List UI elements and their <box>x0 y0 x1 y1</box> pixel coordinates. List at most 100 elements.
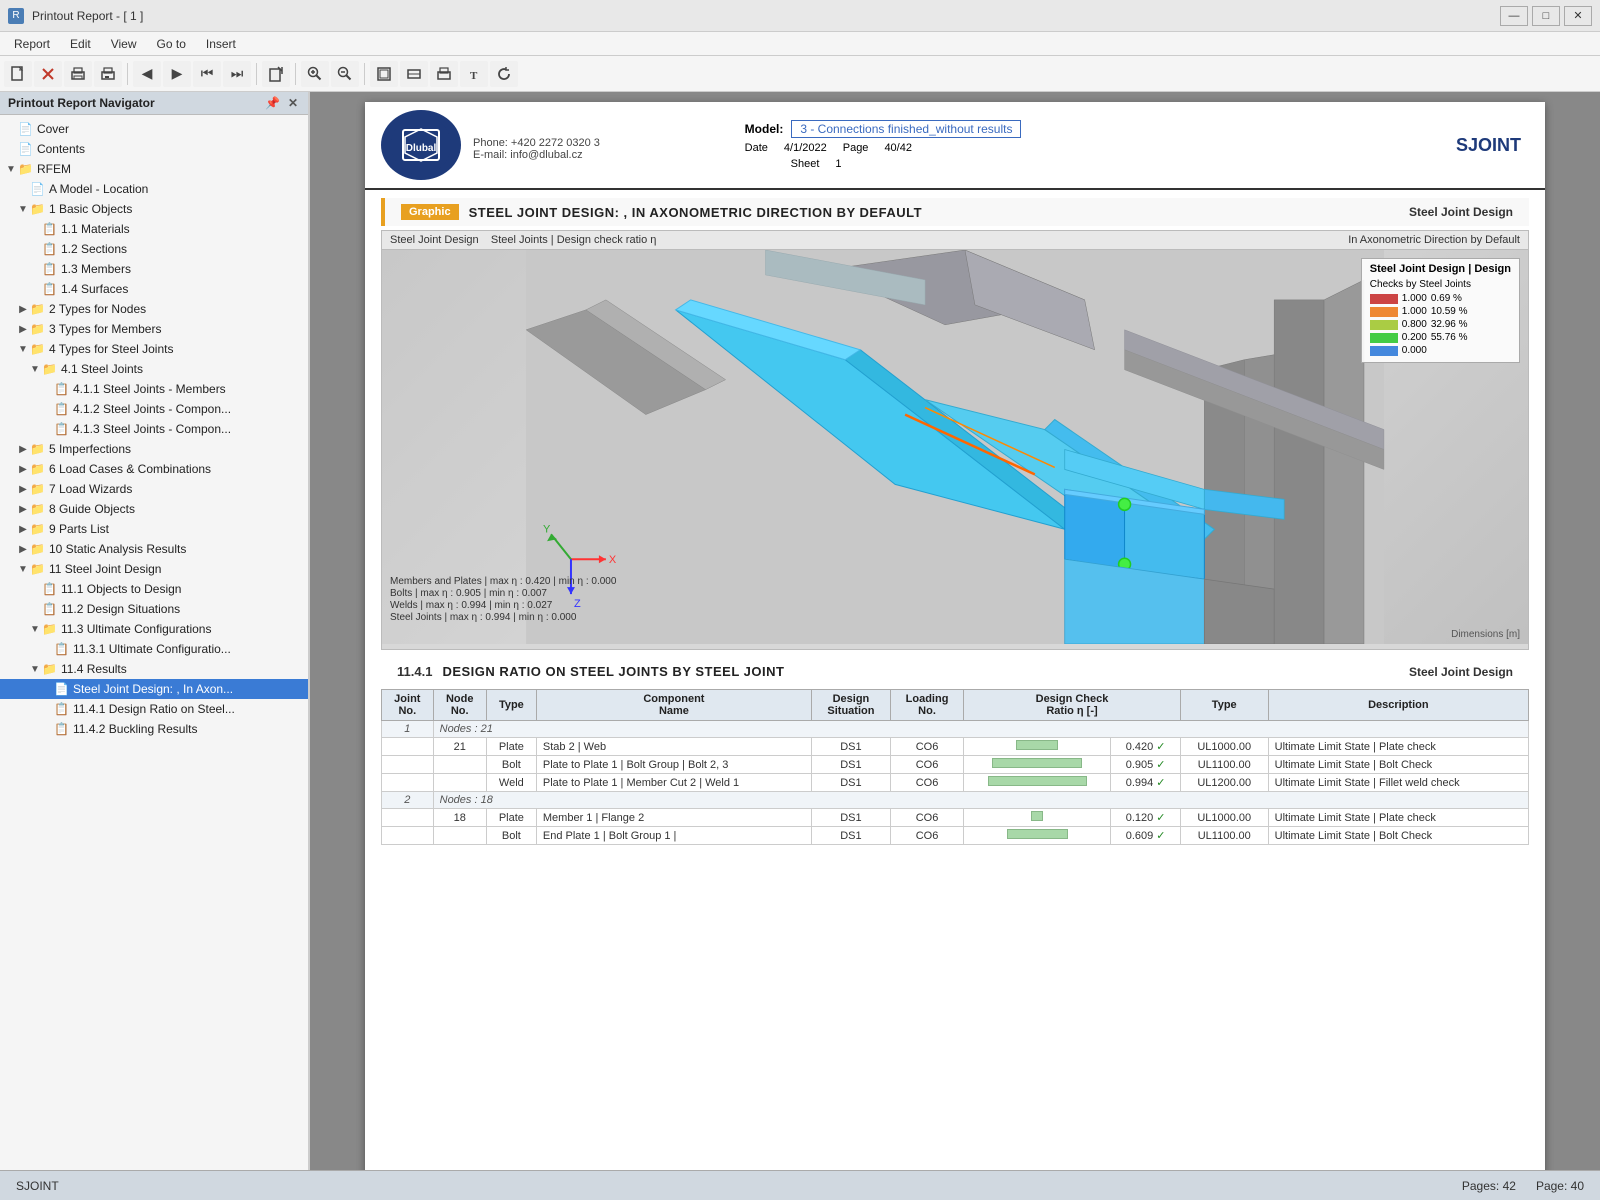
sep3 <box>295 63 296 85</box>
expand-types-steel: ▼ <box>16 344 30 355</box>
fit-page-button[interactable] <box>370 61 398 87</box>
tree-item-guide[interactable]: ▶ 📁 8 Guide Objects <box>0 499 308 519</box>
table-section-heading: 11.4.1 DESIGN RATIO ON STEEL JOINTS BY S… <box>381 658 1529 685</box>
cell-joint <box>382 827 434 845</box>
tree-item-types-nodes[interactable]: ▶ 📁 2 Types for Nodes <box>0 299 308 319</box>
viz-title-left: Steel Joint Design Steel Joints | Design… <box>390 234 656 246</box>
delete-button[interactable] <box>34 61 62 87</box>
page-icon-surfaces: 📋 <box>42 282 57 296</box>
label-cover: Cover <box>37 122 69 136</box>
viz-label-2: Welds | max η : 0.994 | min η : 0.027 <box>390 600 616 611</box>
tree-item-buckling[interactable]: 📋 11.4.2 Buckling Results <box>0 719 308 739</box>
company-logo: Dlubal <box>381 110 461 180</box>
cell-ds: DS1 <box>811 774 890 792</box>
tree-item-objects[interactable]: 📋 11.1 Objects to Design <box>0 579 308 599</box>
cell-type: Weld <box>486 774 536 792</box>
tree-item-materials[interactable]: 📋 1.1 Materials <box>0 219 308 239</box>
tree-item-types-members[interactable]: ▶ 📁 3 Types for Members <box>0 319 308 339</box>
tree-item-sections[interactable]: 📋 1.2 Sections <box>0 239 308 259</box>
legend-val-3: 0.200 <box>1402 332 1427 343</box>
zoom-out-button[interactable] <box>331 61 359 87</box>
tree-item-basic[interactable]: ▼ 📁 1 Basic Objects <box>0 199 308 219</box>
tree-item-static[interactable]: ▶ 📁 10 Static Analysis Results <box>0 539 308 559</box>
tree-item-rfem[interactable]: ▼ 📁 RFEM <box>0 159 308 179</box>
tree-item-sj-compon2[interactable]: 📋 4.1.3 Steel Joints - Compon... <box>0 419 308 439</box>
text-button[interactable]: T <box>460 61 488 87</box>
viz-label-1: Bolts | max η : 0.905 | min η : 0.007 <box>390 588 616 599</box>
print-preview-button[interactable] <box>94 61 122 87</box>
label-parts: 9 Parts List <box>49 522 109 536</box>
group-joint-1: 1 <box>382 721 434 738</box>
cell-ratio-bar <box>964 827 1111 845</box>
tree-item-axon-selected[interactable]: 📄 Steel Joint Design: , In Axon... <box>0 679 308 699</box>
fit-width-button[interactable] <box>400 61 428 87</box>
menu-edit[interactable]: Edit <box>60 35 101 53</box>
label-loadwizards: 7 Load Wizards <box>49 482 132 496</box>
expand-sections <box>28 244 42 255</box>
expand-sj-compon2 <box>40 424 54 435</box>
status-page: Page: 40 <box>1536 1179 1584 1193</box>
tree-item-contents[interactable]: 📄 Contents <box>0 139 308 159</box>
label-ultimate-1: 11.3.1 Ultimate Configuratio... <box>73 642 231 656</box>
tree-item-types-steel[interactable]: ▼ 📁 4 Types for Steel Joints <box>0 339 308 359</box>
maximize-button[interactable]: □ <box>1532 6 1560 26</box>
label-design-ratio: 11.4.1 Design Ratio on Steel... <box>73 702 235 716</box>
expand-sj-members <box>40 384 54 395</box>
export-button[interactable] <box>262 61 290 87</box>
zoom-in-button[interactable] <box>301 61 329 87</box>
tree-item-ultimate-config[interactable]: ▼ 📁 11.3 Ultimate Configurations <box>0 619 308 639</box>
expand-ultimate-1 <box>40 644 54 655</box>
label-members: 1.3 Members <box>61 262 131 276</box>
page-value: 40/42 <box>884 142 912 154</box>
cell-ds: DS1 <box>811 809 890 827</box>
expand-ultimate-config: ▼ <box>28 624 42 635</box>
last-button[interactable]: ⏭ <box>223 61 251 87</box>
tree-item-loadwizards[interactable]: ▶ 📁 7 Load Wizards <box>0 479 308 499</box>
window-controls[interactable]: — □ ✕ <box>1500 6 1592 26</box>
tree-item-design-ratio[interactable]: 📋 11.4.1 Design Ratio on Steel... <box>0 699 308 719</box>
nav-close-button[interactable]: ✕ <box>286 96 300 110</box>
label-results: 11.4 Results <box>61 662 127 676</box>
expand-sjdesign: ▼ <box>16 564 30 575</box>
tree-item-sj-members[interactable]: 📋 4.1.1 Steel Joints - Members <box>0 379 308 399</box>
tree-item-steel-joints[interactable]: ▼ 📁 4.1 Steel Joints <box>0 359 308 379</box>
tree-item-imperfections[interactable]: ▶ 📁 5 Imperfections <box>0 439 308 459</box>
tree-item-members-item[interactable]: 📋 1.3 Members <box>0 259 308 279</box>
menu-goto[interactable]: Go to <box>147 35 196 53</box>
first-button[interactable]: ⏮ <box>193 61 221 87</box>
new-button[interactable] <box>4 61 32 87</box>
tree-item-surfaces[interactable]: 📋 1.4 Surfaces <box>0 279 308 299</box>
tree-item-ultimate-1[interactable]: 📋 11.3.1 Ultimate Configuratio... <box>0 639 308 659</box>
cell-ratio-val: 0.609 ✓ <box>1111 827 1180 845</box>
cell-type: Plate <box>486 809 536 827</box>
group-nodes-2: Nodes : 18 <box>433 792 1528 809</box>
tree-item-amodel[interactable]: 📄 A Model - Location <box>0 179 308 199</box>
cell-loading: CO6 <box>890 756 963 774</box>
tree-item-sjdesign[interactable]: ▼ 📁 11 Steel Joint Design <box>0 559 308 579</box>
page-label: Page <box>843 142 869 154</box>
tree-item-cover[interactable]: 📄 Cover <box>0 119 308 139</box>
cell-node <box>433 774 486 792</box>
sep1 <box>127 63 128 85</box>
tree-item-sj-compon1[interactable]: 📋 4.1.2 Steel Joints - Compon... <box>0 399 308 419</box>
print3-button[interactable] <box>430 61 458 87</box>
menu-insert[interactable]: Insert <box>196 35 246 53</box>
refresh-button[interactable] <box>490 61 518 87</box>
close-button[interactable]: ✕ <box>1564 6 1592 26</box>
print-button[interactable] <box>64 61 92 87</box>
tree-item-loadcases[interactable]: ▶ 📁 6 Load Cases & Combinations <box>0 459 308 479</box>
menu-view[interactable]: View <box>101 35 147 53</box>
menu-report[interactable]: Report <box>4 35 60 53</box>
minimize-button[interactable]: — <box>1500 6 1528 26</box>
nav-pin-button[interactable]: 📌 <box>263 96 282 110</box>
tree-item-parts[interactable]: ▶ 📁 9 Parts List <box>0 519 308 539</box>
content-area[interactable]: Dlubal Phone: +420 2272 0320 3 E-mail: i… <box>310 92 1600 1170</box>
cell-type: Plate <box>486 738 536 756</box>
tree-item-design-sit[interactable]: 📋 11.2 Design Situations <box>0 599 308 619</box>
model-label: Model: <box>745 122 784 136</box>
tree-item-results[interactable]: ▼ 📁 11.4 Results <box>0 659 308 679</box>
cell-node: 18 <box>433 809 486 827</box>
next-button[interactable]: ▶ <box>163 61 191 87</box>
prev-button[interactable]: ◀ <box>133 61 161 87</box>
legend-val-4: 0.000 <box>1402 345 1427 356</box>
